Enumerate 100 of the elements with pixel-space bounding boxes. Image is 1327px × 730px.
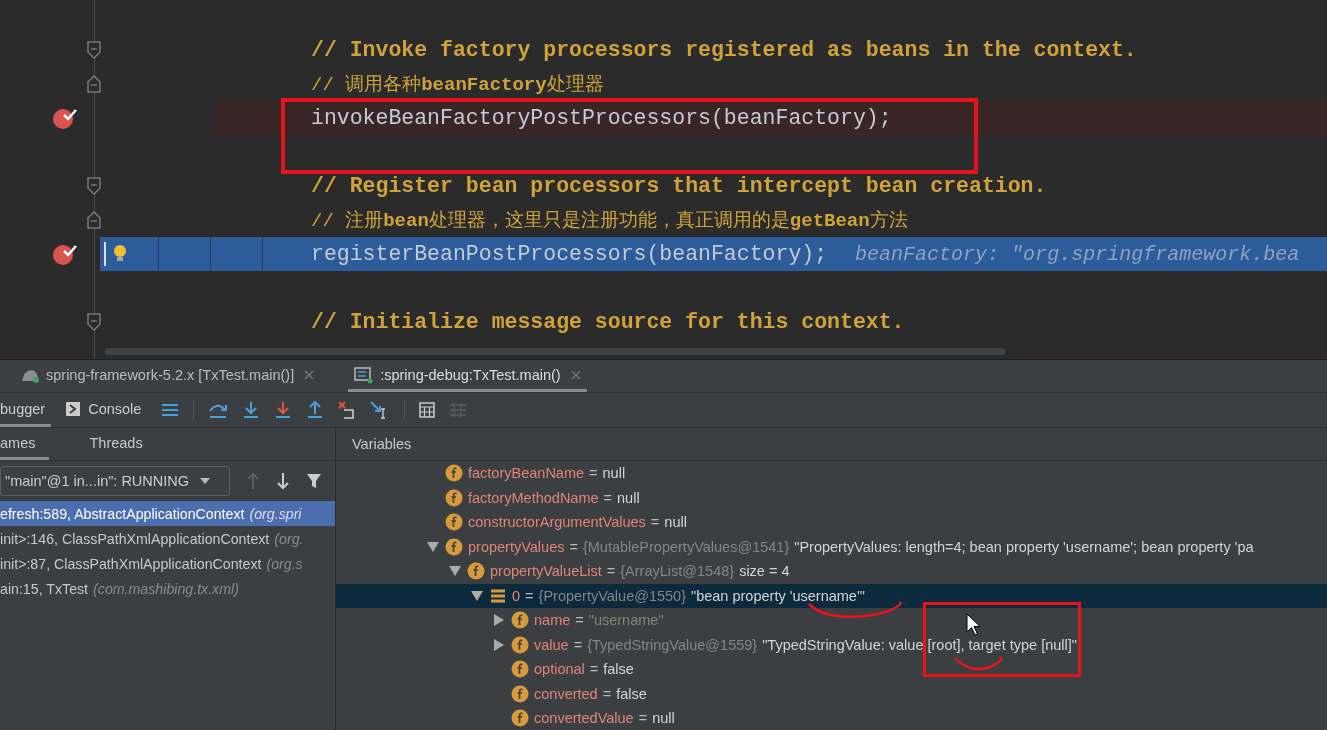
frame-location: (com.mashibing.tx.xml) <box>93 580 239 597</box>
object-reference: {PropertyValue@1550} <box>538 587 687 604</box>
close-icon[interactable] <box>304 369 315 380</box>
frame-item[interactable]: init>:87, ClassPathXmlApplicationContext (org.s <box>0 551 335 576</box>
scrollbar[interactable] <box>105 348 1005 355</box>
panel-title: Variables <box>352 436 412 452</box>
variable-row[interactable]: optional = false <box>336 657 1327 682</box>
frame-item[interactable]: efresh:589, AbstractApplicationContext (org.spri <box>0 501 335 526</box>
mouse-cursor-icon <box>966 613 982 637</box>
equals-sign: = <box>575 612 584 629</box>
fold-icon[interactable] <box>87 211 101 229</box>
arrow-down-icon[interactable] <box>276 472 290 490</box>
variable-name: propertyValues <box>468 538 565 555</box>
field-icon <box>445 464 463 483</box>
equals-sign: = <box>589 465 598 482</box>
object-reference: {MutablePropertyValues@1541} <box>582 538 790 555</box>
variable-value: false <box>616 685 647 702</box>
fold-icon[interactable] <box>87 313 101 331</box>
run-tab[interactable]: :spring-debug:TxTest.main() <box>348 360 587 392</box>
equals-sign: = <box>650 514 660 531</box>
variable-row[interactable]: factoryBeanName = null <box>336 461 1327 486</box>
field-icon <box>511 611 529 630</box>
variable-value: null <box>602 465 626 482</box>
run-config-icon <box>354 365 375 384</box>
variable-row[interactable]: propertyValueList = {ArrayList@1548} size = 4 <box>336 559 1327 584</box>
lightbulb-icon[interactable] <box>113 244 127 262</box>
filter-icon[interactable] <box>306 473 322 489</box>
fold-icon[interactable] <box>87 177 101 195</box>
variable-row[interactable]: convertedValue = null <box>336 706 1327 730</box>
frame-method: efresh:589, AbstractApplicationContext <box>0 505 245 522</box>
frame-item[interactable]: init>:146, ClassPathXmlApplicationContext (org. <box>0 526 335 551</box>
collapse-arrow-icon[interactable] <box>494 614 504 627</box>
variable-value: size = 4 <box>739 563 790 580</box>
caret-icon <box>199 477 212 485</box>
object-reference: {TypedStringValue@1559} <box>587 636 758 653</box>
code-comment: // Invoke factory processors registered as beans in the context. <box>311 38 1137 62</box>
variable-row[interactable]: propertyValues = {MutablePropertyValues@1541} "PropertyValues: length=4; bean property 'username'; bean property 'pa <box>336 534 1327 559</box>
variable-value: "PropertyValues: length=4; bean property 'username'; bean property 'pa <box>794 538 1254 555</box>
variable-name: propertyValueList <box>490 563 602 580</box>
variable-value: null <box>652 710 675 727</box>
variable-name: optional <box>534 661 585 678</box>
field-icon <box>467 562 485 581</box>
variable-row[interactable]: 0 = {PropertyValue@1550} "bean property 'username'" <box>336 583 1327 608</box>
field-icon <box>511 684 529 703</box>
step-out-icon[interactable] <box>306 401 325 419</box>
variable-row[interactable]: value = {TypedStringValue@1559} "TypedStringValue: value [root], target type [null]" <box>336 632 1327 657</box>
variable-name: factoryMethodName <box>468 489 599 506</box>
variable-name: convertedValue <box>534 710 634 727</box>
frames-tab[interactable]: ames <box>0 428 50 460</box>
drop-frame-icon[interactable] <box>338 401 357 419</box>
run-tab[interactable]: spring-framework-5.2.x [TxTest.main()] <box>14 360 321 392</box>
calculator-icon[interactable] <box>419 402 436 418</box>
frame-method: ain:15, TxTest <box>0 580 89 597</box>
code-comment: // Register bean processors that intercept bean creation. <box>311 174 1047 198</box>
variable-value: null <box>664 514 687 531</box>
variable-name: 0 <box>512 587 521 604</box>
thread-dropdown[interactable]: "main"@1 in...in": RUNNING <box>0 466 230 496</box>
object-reference: {ArrayList@1548} <box>620 563 735 580</box>
equals-sign: = <box>638 710 648 727</box>
variable-row[interactable]: converted = false <box>336 681 1327 706</box>
field-icon <box>445 488 463 507</box>
breakpoint-icon[interactable] <box>52 106 78 130</box>
variable-row[interactable]: constructorArgumentValues = null <box>336 510 1327 535</box>
field-icon <box>511 635 529 654</box>
equals-sign: = <box>569 538 578 555</box>
equals-sign: = <box>606 563 616 580</box>
code-line: invokeBeanFactoryPostProcessors(beanFactory); <box>311 106 892 130</box>
variable-name: factoryBeanName <box>468 465 585 482</box>
variable-name: value <box>534 636 569 653</box>
frame-location: (org.s <box>266 555 303 572</box>
code-comment: // 注册bean处理器，这里只是注册功能，真正调用的是getBean方法 <box>311 209 908 233</box>
variable-name: constructorArgumentValues <box>468 514 646 531</box>
menu-icon[interactable] <box>161 402 180 418</box>
console-icon <box>65 400 82 417</box>
code-comment: // 调用各种beanFactory处理器 <box>311 73 604 97</box>
variable-name: converted <box>534 685 598 702</box>
collapse-arrow-icon[interactable] <box>494 638 504 651</box>
variable-row[interactable]: factoryMethodName = null <box>336 485 1327 510</box>
code-line: registerBeanPostProcessors(beanFactory); <box>311 242 828 266</box>
expand-arrow-icon[interactable] <box>449 566 461 577</box>
step-into-icon[interactable] <box>242 401 261 419</box>
force-step-into-icon[interactable] <box>274 401 293 419</box>
variable-row[interactable]: name = "username" <box>336 608 1327 633</box>
expand-arrow-icon[interactable] <box>471 590 483 601</box>
debug-tab[interactable]: Console <box>65 393 148 427</box>
variable-value: "TypedStringValue: value [root], target type [null]" <box>762 636 1077 653</box>
frame-item[interactable]: ain:15, TxTest (com.mashibing.tx.xml) <box>0 576 335 601</box>
breakpoint-icon[interactable] <box>52 242 78 266</box>
frame-method: init>:87, ClassPathXmlApplicationContext <box>0 555 262 572</box>
variable-value: false <box>603 661 634 678</box>
frames-tab[interactable]: Threads <box>89 428 157 460</box>
equals-sign: = <box>525 587 534 604</box>
field-icon <box>445 537 463 556</box>
fold-icon[interactable] <box>87 75 101 93</box>
fold-icon[interactable] <box>87 41 101 59</box>
close-icon[interactable] <box>570 369 581 380</box>
expand-arrow-icon[interactable] <box>427 541 439 552</box>
debug-tab[interactable]: bugger <box>0 393 52 427</box>
inline-value-hint: beanFactory: "org.springframework.bea <box>855 242 1300 266</box>
variable-value: "username" <box>588 612 664 629</box>
